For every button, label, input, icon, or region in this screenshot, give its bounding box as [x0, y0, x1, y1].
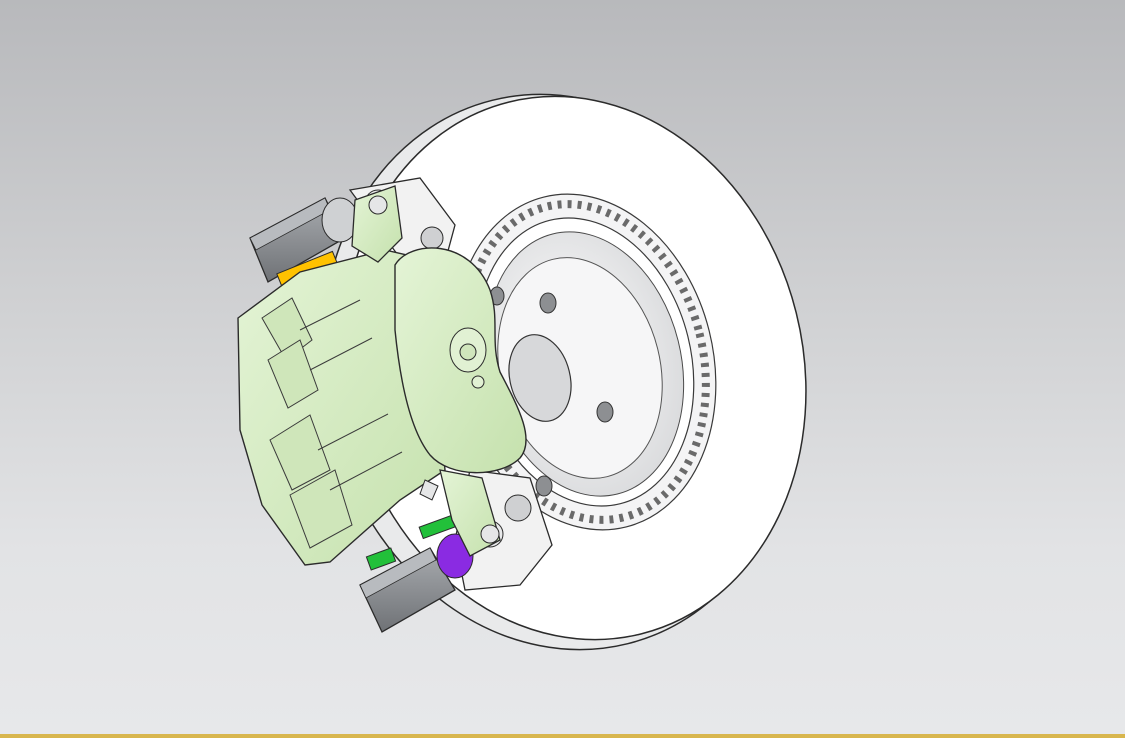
- brake-assembly-model[interactable]: [0, 0, 1125, 734]
- cad-viewport[interactable]: [0, 0, 1125, 734]
- status-line: [0, 734, 1125, 738]
